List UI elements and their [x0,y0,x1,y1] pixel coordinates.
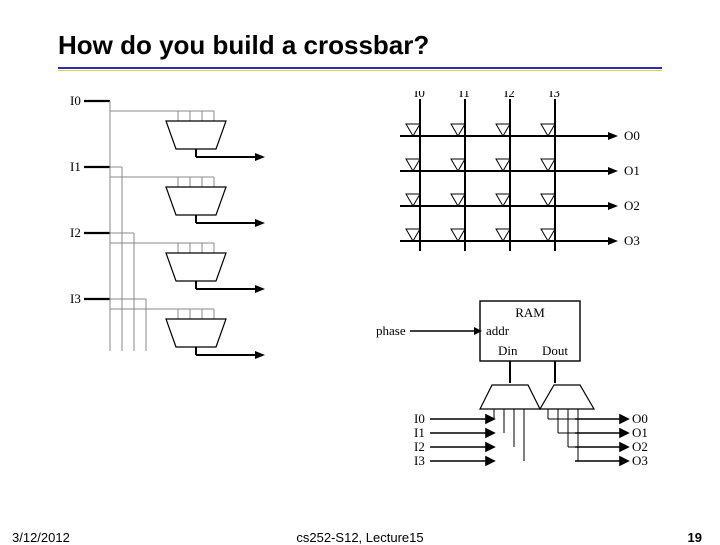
ram-input-label: I2 [414,439,425,454]
footer-page: 19 [688,530,702,545]
slide-title: How do you build a crossbar? [58,30,662,67]
tristate-grid-diagram: I0 I1 I2 I3 O0 O1 O2 O3 [370,91,650,261]
grid-input-label: I1 [459,91,470,100]
slide-header: How do you build a crossbar? [0,0,720,71]
ram-din-label: Din [498,343,518,358]
mux-input-label: I0 [70,93,81,108]
grid-output-label: O3 [624,233,640,248]
ram-input-label: I1 [414,425,425,440]
grid-output-label: O1 [624,163,640,178]
grid-input-label: I2 [504,91,515,100]
grid-input-label: I0 [414,91,425,100]
grid-output-label: O2 [624,198,640,213]
ram-input-label: I0 [414,411,425,426]
footer-center: cs252-S12, Lecture15 [296,530,423,545]
mux-input-label: I2 [70,225,81,240]
ram-addr-label: addr [486,323,510,338]
ram-phase-label: phase [376,323,406,338]
ram-output-label: O3 [632,453,648,468]
mux-input-label: I1 [70,159,81,174]
ram-block-label: RAM [515,305,545,320]
ram-output-label: O1 [632,425,648,440]
ram-crossbar-diagram: RAM addr Din Dout phase [370,291,650,481]
grid-input-label: I3 [549,91,560,100]
slide-content: I0 I1 I2 I3 [0,71,720,491]
mux-input-label: I3 [70,291,81,306]
mux-crossbar-diagram: I0 I1 I2 I3 [70,91,300,371]
grid-output-label: O0 [624,128,640,143]
ram-input-label: I3 [414,453,425,468]
ram-dout-label: Dout [542,343,568,358]
ram-output-label: O0 [632,411,648,426]
ram-output-label: O2 [632,439,648,454]
footer-date: 3/12/2012 [12,530,70,545]
